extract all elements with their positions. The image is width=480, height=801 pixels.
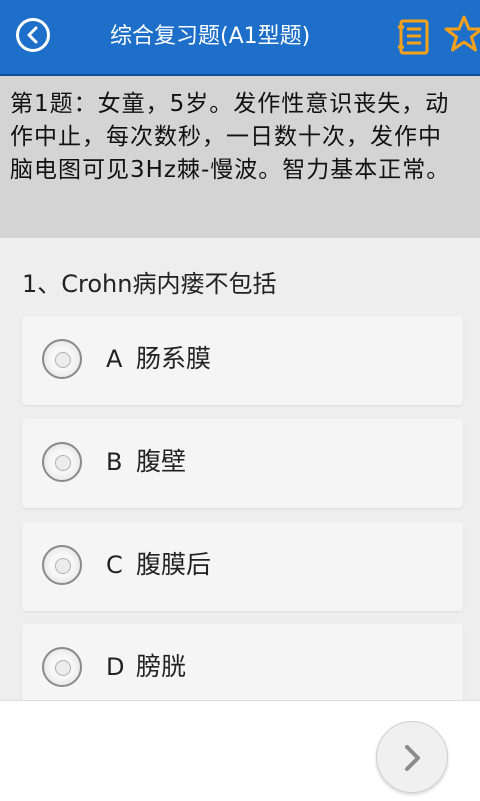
notes-button[interactable] <box>396 18 432 56</box>
option-letter: C <box>106 551 123 579</box>
back-button[interactable] <box>16 18 50 52</box>
notebook-icon <box>398 19 429 55</box>
bottom-bar <box>0 700 480 801</box>
question-stem-text: 第1题：女童，5岁。发作性意识丧失，动作中止，每次数秒，一日数十次，发作中脑电图… <box>10 91 451 183</box>
favorite-button[interactable] <box>444 14 480 54</box>
chevron-right-icon <box>405 745 420 771</box>
app-header: 综合复习题(A1型题) <box>0 0 480 76</box>
back-circle-icon <box>27 26 38 44</box>
option-b[interactable]: B 腹壁 <box>22 419 463 508</box>
radio-icon[interactable] <box>42 647 82 687</box>
radio-icon[interactable] <box>42 545 82 585</box>
option-a[interactable]: A 肠系膜 <box>22 316 463 405</box>
radio-icon[interactable] <box>42 339 82 379</box>
option-letter: D <box>106 653 125 681</box>
option-letter: A <box>106 345 123 373</box>
page-title: 综合复习题(A1型题) <box>110 24 311 49</box>
next-button[interactable] <box>376 721 448 793</box>
option-text: 腹壁 <box>136 447 187 476</box>
question-text: 1、Crohn病内瘘不包括 <box>22 270 277 298</box>
question-stem-panel: 第1题：女童，5岁。发作性意识丧失，动作中止，每次数秒，一日数十次，发作中脑电图… <box>0 76 480 238</box>
option-text: 腹膜后 <box>136 550 212 579</box>
option-text: 膀胱 <box>136 652 187 681</box>
option-c[interactable]: C 腹膜后 <box>22 522 463 611</box>
option-text: 肠系膜 <box>136 344 212 373</box>
radio-icon[interactable] <box>42 442 82 482</box>
star-icon <box>444 15 480 52</box>
option-letter: B <box>106 448 123 476</box>
